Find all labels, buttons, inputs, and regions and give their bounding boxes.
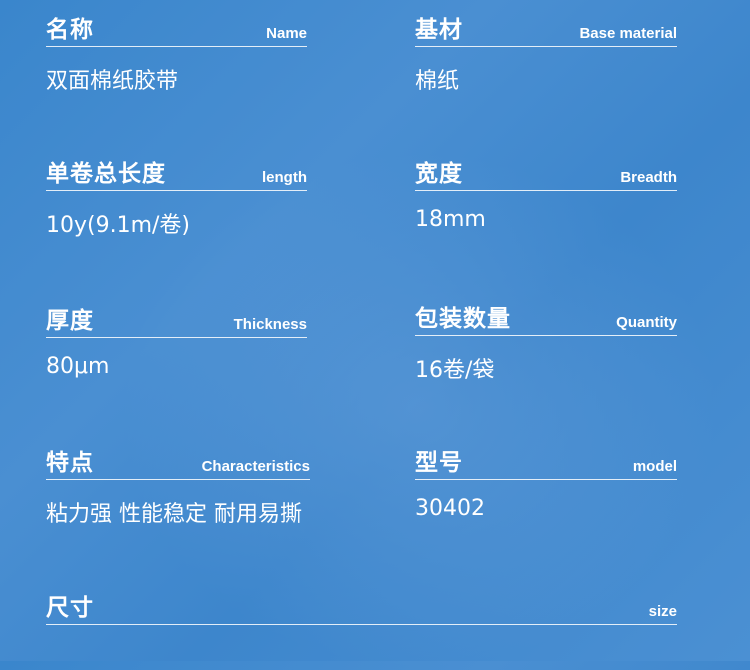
field-header: 特点 Characteristics (46, 437, 310, 480)
field-label-en: model (632, 458, 677, 475)
field-value: 80μm (46, 354, 110, 379)
field-header: 宽度 Breadth (415, 148, 677, 191)
field-value: 18mm (415, 207, 486, 232)
field-length: 单卷总长度 length 10y(9.1m/卷) (46, 148, 307, 239)
field-label-zh: 型号 (415, 450, 463, 476)
field-label-zh: 名称 (46, 17, 94, 43)
field-label-en: Breadth (620, 169, 677, 186)
field-value: 双面棉纸胶带 (46, 69, 179, 94)
field-header: 包装数量 Quantity (415, 293, 677, 336)
field-label-en: Quantity (616, 314, 677, 331)
field-label-en: Characteristics (201, 458, 310, 475)
field-label-zh: 单卷总长度 (46, 161, 166, 187)
field-label-en: size (648, 603, 677, 620)
field-size: 尺寸 size (46, 582, 677, 641)
field-header: 基材 Base material (415, 4, 677, 47)
field-header: 型号 model (415, 437, 677, 480)
field-value: 粘力强 性能稳定 耐用易撕 (46, 502, 302, 527)
field-label-en: length (262, 169, 307, 186)
field-label-zh: 尺寸 (46, 595, 94, 621)
field-label-en: Base material (579, 25, 677, 42)
field-name: 名称 Name 双面棉纸胶带 (46, 4, 307, 95)
field-label-zh: 厚度 (46, 308, 94, 334)
field-header: 厚度 Thickness (46, 295, 307, 338)
field-characteristics: 特点 Characteristics 粘力强 性能稳定 耐用易撕 (46, 437, 310, 528)
field-label-zh: 基材 (415, 17, 463, 43)
field-header: 单卷总长度 length (46, 148, 307, 191)
field-breadth: 宽度 Breadth 18mm (415, 148, 677, 232)
field-header: 尺寸 size (46, 582, 677, 625)
field-model: 型号 model 30402 (415, 437, 677, 521)
field-header: 名称 Name (46, 4, 307, 47)
field-thickness: 厚度 Thickness 80μm (46, 295, 307, 379)
field-value: 10y(9.1m/卷) (46, 213, 191, 238)
field-value: 16卷/袋 (415, 358, 495, 383)
field-quantity: 包装数量 Quantity 16卷/袋 (415, 293, 677, 384)
field-label-zh: 宽度 (415, 161, 463, 187)
field-base-material: 基材 Base material 棉纸 (415, 4, 677, 95)
field-label-zh: 特点 (46, 450, 94, 476)
field-value: 30402 (415, 496, 485, 521)
field-value: 棉纸 (415, 69, 460, 94)
field-label-en: Thickness (233, 316, 307, 333)
field-label-zh: 包装数量 (415, 306, 511, 332)
field-label-en: Name (266, 25, 307, 42)
